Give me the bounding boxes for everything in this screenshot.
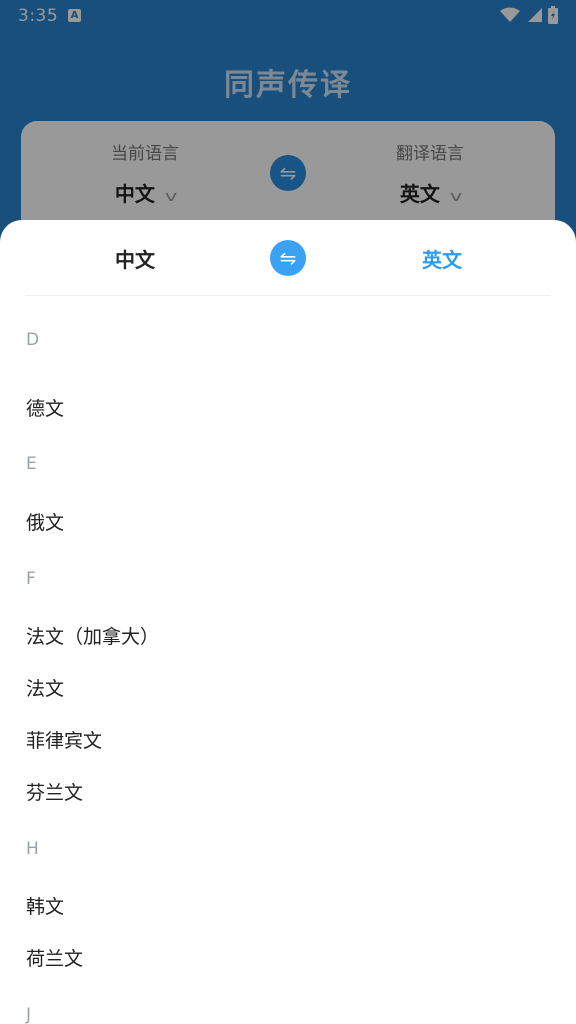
- language-item-nl[interactable]: 荷兰文: [26, 944, 546, 971]
- group-letter: D: [26, 330, 40, 350]
- language-picker-sheet: 中文 ⇋ 英文 D 德文 E 俄文 F 法文（加拿大） 法文 菲律宾文 芬兰文 …: [0, 220, 576, 1024]
- language-item-de[interactable]: 德文: [26, 394, 546, 421]
- swap-icon[interactable]: ⇋: [270, 240, 306, 276]
- language-item-fr[interactable]: 法文: [26, 674, 546, 701]
- group-letter: F: [26, 569, 36, 589]
- sheet-header: 中文 ⇋ 英文: [25, 220, 551, 296]
- language-item-ko[interactable]: 韩文: [26, 892, 546, 919]
- language-item-fr-ca[interactable]: 法文（加拿大）: [26, 622, 546, 649]
- sheet-target-language-tab[interactable]: 英文: [422, 244, 462, 273]
- sheet-source-language-tab[interactable]: 中文: [115, 244, 155, 273]
- group-letter: J: [26, 1005, 32, 1024]
- group-letter: E: [26, 454, 37, 474]
- language-item-fil[interactable]: 菲律宾文: [26, 726, 546, 753]
- language-item-fi[interactable]: 芬兰文: [26, 778, 546, 805]
- group-letter: H: [26, 839, 39, 859]
- language-item-ru[interactable]: 俄文: [26, 508, 546, 535]
